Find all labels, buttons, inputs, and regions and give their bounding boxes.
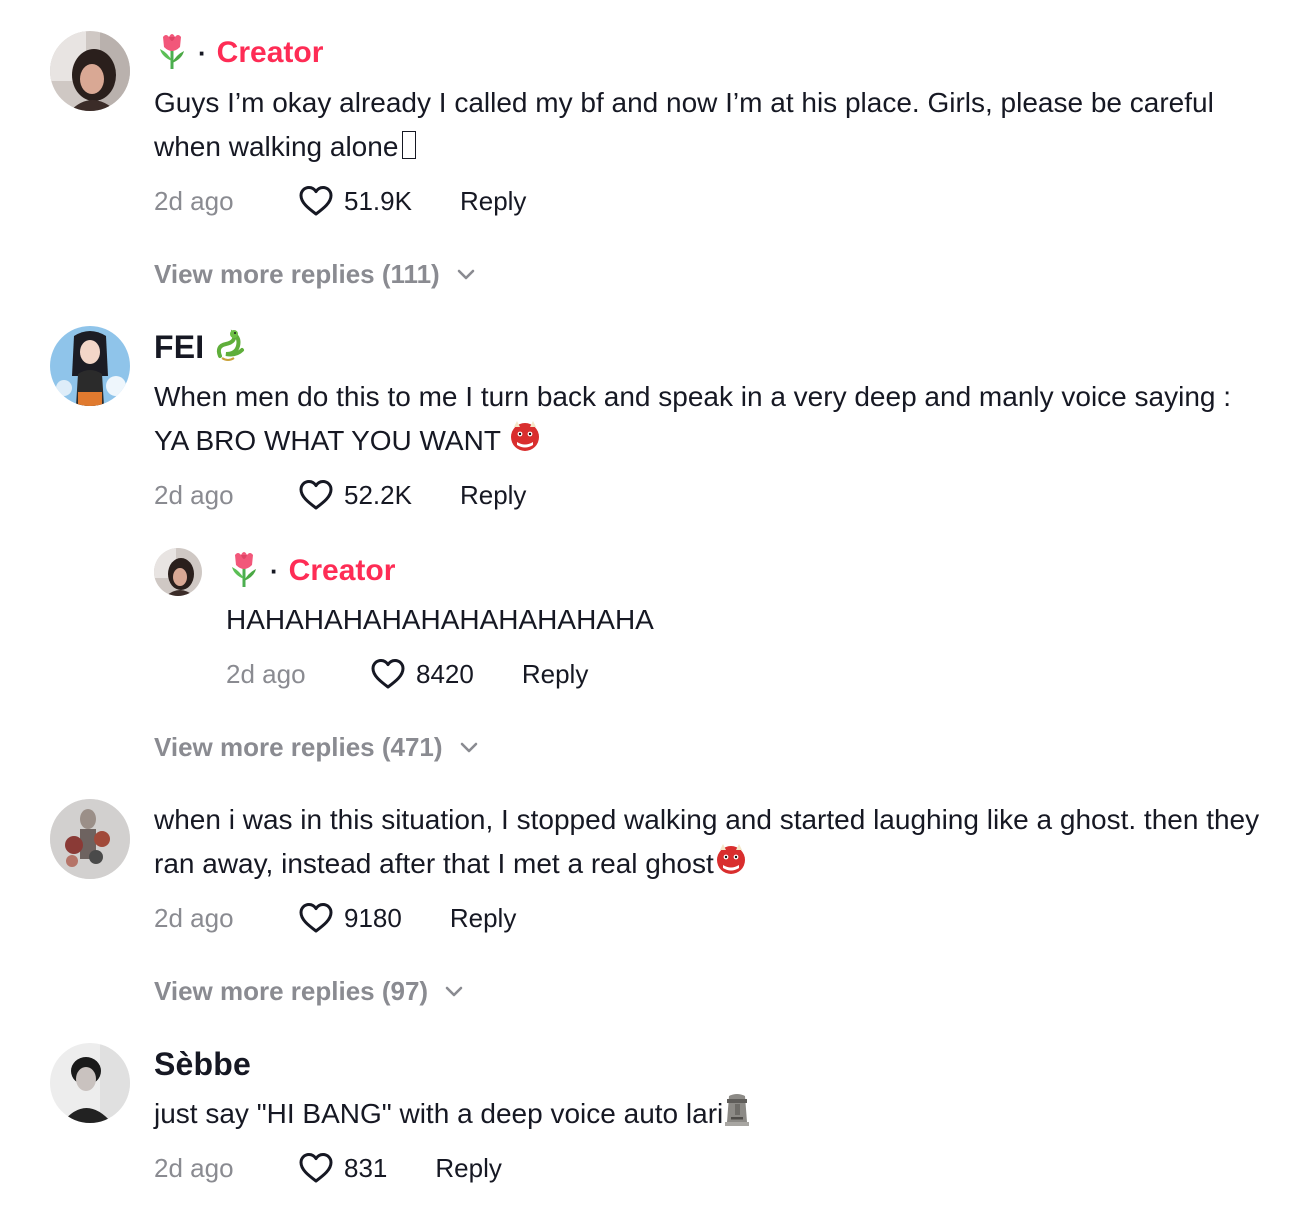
heart-icon [299,480,333,510]
avatar[interactable] [50,31,130,111]
comment-text: when i was in this situation, I stopped … [154,798,1264,889]
creator-badge: Creator [216,36,324,69]
view-more-label: View more replies (111) [154,258,440,289]
comment-meta: 2d ago 52.2K Reply [154,475,526,515]
reply-button[interactable]: Reply [460,186,526,217]
like-count: 51.9K [344,185,412,216]
comment-time: 2d ago [154,185,234,216]
avatar[interactable] [50,326,130,406]
comment-header: · Creator [154,31,323,75]
like-count: 8420 [416,658,474,689]
view-more-replies[interactable]: View more replies (111) [154,254,478,294]
view-more-label: View more replies (97) [154,975,429,1006]
heart-icon [371,659,405,689]
reply-button[interactable]: Reply [435,1153,501,1184]
username[interactable]: FEI [154,329,204,366]
tulip-emoji-icon [226,549,262,594]
comment-meta: 2d ago 51.9K Reply [154,181,526,221]
comment-body: Guys I’m okay already I called my bf and… [154,87,1214,162]
like-button[interactable]: 52.2K [298,477,412,513]
comment-time: 2d ago [226,658,306,689]
ogre-emoji-icon [714,842,748,889]
chevron-down-icon [445,986,463,997]
like-button[interactable]: 831 [298,1150,387,1186]
avatar[interactable] [50,799,130,879]
reply-text: HAHAHAHAHAHAHAHAHAHAHA [226,604,654,635]
username[interactable]: Sèbbe [154,1046,251,1083]
comment-time: 2d ago [154,479,234,510]
view-more-label: View more replies (471) [154,731,443,762]
like-button[interactable]: 8420 [370,656,474,692]
reply-header: · Creator [226,549,395,593]
heart-icon [299,903,333,933]
like-count: 9180 [344,902,402,933]
chevron-down-icon [460,742,477,753]
comment-time: 2d ago [154,902,234,933]
like-button[interactable]: 51.9K [298,183,412,219]
like-count: 831 [344,1152,388,1183]
view-more-replies[interactable]: View more replies (471) [154,727,481,767]
heart-icon [299,186,333,216]
moai-emoji-icon [723,1092,751,1139]
comment-time: 2d ago [154,1152,234,1183]
comment-meta: 2d ago 9180 Reply [154,898,516,938]
reply-button[interactable]: Reply [460,480,526,511]
like-count: 52.2K [344,479,412,510]
comment-body: When men do this to me I turn back and s… [154,381,1232,456]
avatar[interactable] [154,548,202,596]
avatar[interactable] [50,1043,130,1123]
view-more-replies[interactable]: View more replies (97) [154,971,466,1011]
comment-body: just say "HI BANG" with a deep voice aut… [154,1098,724,1129]
separator-dot: · [198,37,207,68]
separator-dot: · [270,555,279,586]
creator-badge: Creator [288,554,396,587]
reply-button[interactable]: Reply [450,903,516,934]
reply-button[interactable]: Reply [522,659,588,690]
reply-meta: 2d ago 8420 Reply [226,654,588,694]
tulip-emoji-icon [154,31,190,76]
missing-glyph-icon [402,131,417,159]
ogre-emoji-icon [508,419,542,466]
comment-header: Sèbbe [154,1042,251,1086]
heart-icon [299,1153,333,1183]
comment-meta: 2d ago 831 Reply [154,1148,502,1188]
comment-text: When men do this to me I turn back and s… [154,375,1264,466]
comment-header: FEI [154,325,250,369]
comment-text: just say "HI BANG" with a deep voice aut… [154,1092,1264,1139]
comment-body: when i was in this situation, I stopped … [154,804,1260,879]
dragon-emoji-icon [212,326,250,369]
chevron-down-icon [457,269,474,280]
comment-text: Guys I’m okay already I called my bf and… [154,81,1264,169]
like-button[interactable]: 9180 [298,900,402,936]
